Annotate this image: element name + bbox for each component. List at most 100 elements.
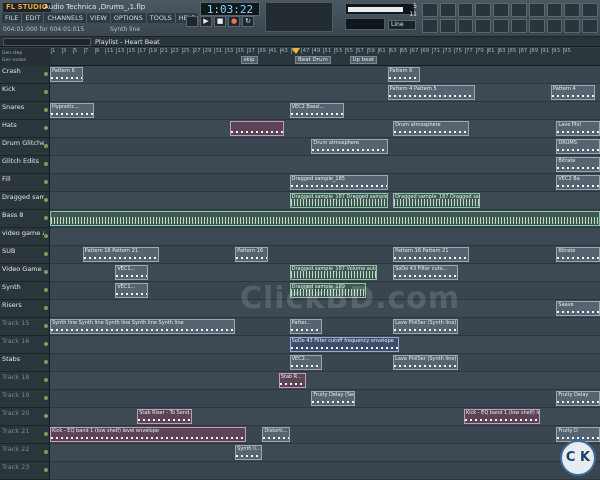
pattern-clip[interactable]: VEC2 Ba	[556, 175, 600, 190]
audio-clip[interactable]: Dragged sample_187 Dragged sample_187	[289, 193, 388, 208]
track-enable-led[interactable]	[44, 234, 48, 238]
tool-button[interactable]	[546, 3, 563, 17]
audio-clip[interactable]: Dragged sample_187 Volume auto...	[289, 265, 377, 280]
tool-button[interactable]	[546, 19, 563, 33]
tool-button[interactable]	[475, 19, 492, 33]
pattern-clip[interactable]: Drum atmosphere	[311, 139, 388, 154]
pattern-clip[interactable]: DRUMS	[556, 139, 600, 154]
tool-button[interactable]	[439, 3, 456, 17]
pattern-clip[interactable]: Stab R...	[278, 373, 306, 388]
track-enable-led[interactable]	[44, 432, 48, 436]
tool-button[interactable]	[475, 3, 492, 17]
track-header[interactable]: Stabs	[0, 354, 50, 372]
snap-selector[interactable]	[3, 38, 91, 46]
menu-file[interactable]: FILE	[2, 13, 23, 23]
pattern-clip[interactable]: Saave	[556, 301, 600, 316]
track-enable-led[interactable]	[44, 378, 48, 382]
track-enable-led[interactable]	[44, 468, 48, 472]
timeline-ruler[interactable]: 1 3 5 7 9 11 13 15 17 19 21 23 25 27 29 31 33 35 37 39 41 43 4…	[50, 48, 600, 66]
track-header[interactable]: Synth	[0, 282, 50, 300]
tool-button[interactable]	[457, 19, 474, 33]
record-button[interactable]: ●	[228, 16, 240, 27]
track-header[interactable]: Track 21	[0, 426, 50, 444]
track-header[interactable]: Track 20	[0, 408, 50, 426]
track-enable-led[interactable]	[44, 306, 48, 310]
pattern-clip[interactable]: Bitrate	[556, 157, 600, 172]
tool-button[interactable]	[422, 3, 438, 17]
track-enable-led[interactable]	[44, 270, 48, 274]
track-enable-led[interactable]	[44, 342, 48, 346]
track-header[interactable]: Fill	[0, 174, 50, 192]
tool-button[interactable]	[422, 19, 438, 33]
track-lane[interactable]	[50, 66, 600, 84]
menu-channels[interactable]: CHANNELS	[44, 13, 87, 23]
pattern-clip[interactable]: Fruity Delay (Sen...	[311, 391, 355, 406]
track-enable-led[interactable]	[44, 450, 48, 454]
playlist-grid[interactable]: Pattern 6 Pattern 6 Pattern 4 Pattern 5 Pat…	[50, 66, 600, 480]
option-gen-nodes[interactable]: Gen nodes	[2, 58, 26, 63]
pattern-clip[interactable]: Bitrate	[556, 247, 600, 262]
menu-options[interactable]: OPTIONS	[110, 13, 147, 23]
pattern-clip[interactable]: Pattern 4 Pattern 5	[387, 85, 475, 100]
tempo-panel[interactable]	[265, 2, 333, 32]
pattern-clip[interactable]: VEC2...	[289, 355, 323, 370]
pattern-clip[interactable]: VEC1...	[115, 265, 149, 280]
track-enable-led[interactable]	[44, 162, 48, 166]
pattern-clip[interactable]: Kick - EQ band 1 (low shelf) level envel…	[50, 427, 247, 442]
tool-button[interactable]	[493, 19, 509, 33]
track-lane[interactable]	[50, 120, 600, 138]
automation-clip[interactable]: SoDo 43 Filter cutoff frequency envelope	[289, 337, 399, 352]
audio-clip[interactable]	[50, 211, 600, 226]
option-gen-step[interactable]: Gen step	[2, 51, 22, 56]
pattern-clip[interactable]	[229, 121, 285, 136]
track-header[interactable]: Crash	[0, 66, 50, 84]
time-marker[interactable]: Beat Drum	[295, 56, 331, 64]
pattern-song-toggle[interactable]	[186, 16, 198, 27]
track-enable-led[interactable]	[44, 396, 48, 400]
pattern-clip[interactable]: Lave PhilSer (Synth line)	[393, 319, 459, 334]
pattern-clip[interactable]: Pattern 16 Pattern 21	[82, 247, 159, 262]
track-header[interactable]: Drum Glitches	[0, 138, 50, 156]
pattern-clip[interactable]: Lave PhilSer (Synth line)	[393, 355, 459, 370]
track-enable-led[interactable]	[44, 324, 48, 328]
pattern-clip[interactable]: Lave Phil	[556, 121, 600, 136]
track-header[interactable]: Snares	[0, 102, 50, 120]
track-enable-led[interactable]	[44, 90, 48, 94]
track-lane[interactable]	[50, 462, 600, 480]
track-enable-led[interactable]	[44, 108, 48, 112]
track-lane[interactable]	[50, 444, 600, 462]
track-enable-led[interactable]	[44, 180, 48, 184]
track-enable-led[interactable]	[44, 72, 48, 76]
tool-button[interactable]	[511, 19, 527, 33]
pattern-clip[interactable]: SoDo 43 Filter cuto...	[393, 265, 459, 280]
time-marker[interactable]: skip	[240, 56, 258, 64]
pattern-clip[interactable]: Pattern 6	[50, 67, 83, 82]
track-header[interactable]: Risers	[0, 300, 50, 318]
pattern-clip[interactable]: Drum atmosphere	[393, 121, 470, 136]
track-lane[interactable]	[50, 84, 600, 102]
pattern-clip[interactable]: Pattern 6	[387, 67, 421, 82]
track-enable-led[interactable]	[44, 414, 48, 418]
pattern-clip[interactable]: Patter...	[289, 319, 323, 334]
tool-button[interactable]	[564, 19, 581, 33]
tool-button[interactable]	[511, 3, 527, 17]
menu-view[interactable]: VIEW	[86, 13, 111, 23]
track-header[interactable]: video game arp...	[0, 228, 50, 246]
playhead-marker[interactable]	[292, 48, 300, 54]
track-lane[interactable]	[50, 228, 600, 246]
track-enable-led[interactable]	[44, 198, 48, 202]
tool-button[interactable]	[528, 19, 545, 33]
track-enable-led[interactable]	[44, 360, 48, 364]
pattern-clip[interactable]: Pattern 16	[235, 247, 268, 262]
pattern-clip[interactable]: Dragged sample_185	[289, 175, 388, 190]
track-header[interactable]: Glitch Edits	[0, 156, 50, 174]
pattern-clip[interactable]: Hypnotic...	[50, 103, 94, 118]
track-header[interactable]: Kick	[0, 84, 50, 102]
pattern-clip[interactable]: Pattern 16 Pattern 21	[393, 247, 470, 262]
line-selector[interactable]: Line	[388, 20, 416, 30]
tool-button[interactable]	[528, 3, 545, 17]
track-header[interactable]: Track 22	[0, 444, 50, 462]
track-header[interactable]: Bass 8	[0, 210, 50, 228]
track-lane[interactable]	[50, 354, 600, 372]
track-header[interactable]: Track 18	[0, 372, 50, 390]
